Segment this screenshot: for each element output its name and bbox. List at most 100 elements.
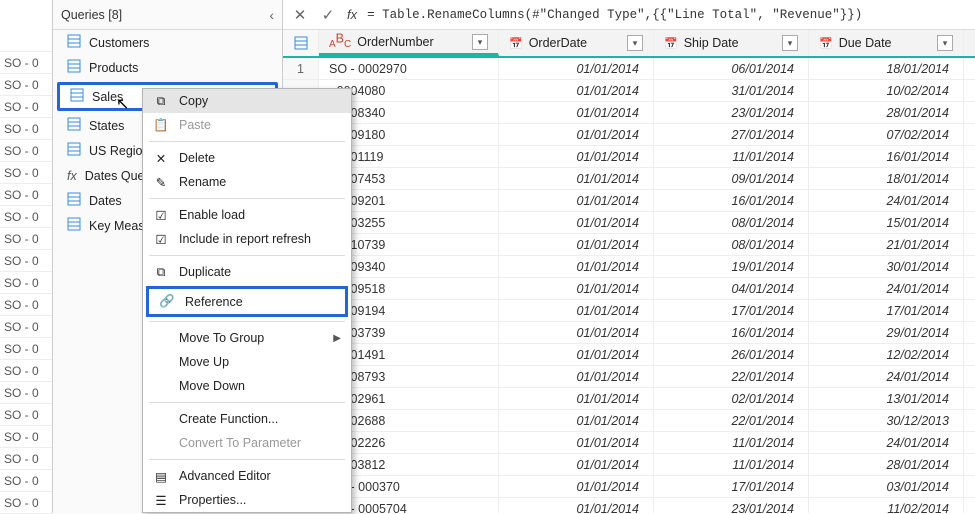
cell-orderdate: 01/01/2014 [499,168,654,189]
query-label: Dates [89,194,122,208]
ctx-reference[interactable]: 🔗Reference [146,286,348,317]
rename-icon: ✎ [153,175,169,190]
paste-icon: 📋 [153,118,169,133]
table-icon [67,117,81,134]
query-label: Customers [89,36,149,50]
ctx-move-up[interactable]: Move Up [143,350,351,374]
check-icon: ☑ [153,208,169,223]
table-row[interactable]: - 000222601/01/201411/01/201424/01/2014 [283,432,975,454]
cell-shipdate: 19/01/2014 [654,256,809,277]
table-row[interactable]: 21SO - 000570401/01/201423/01/201411/02/… [283,498,975,513]
chevron-down-icon[interactable]: ▾ [627,35,643,51]
table-row[interactable]: - 000951801/01/201404/01/201424/01/2014 [283,278,975,300]
ctx-copy[interactable]: ⧉Copy [143,89,351,113]
type-icon: 📅 [664,30,678,56]
type-icon: 📅 [819,30,833,56]
left-row: SO - 0 [0,294,52,316]
cell-orderdate: 01/01/2014 [499,344,654,365]
cell-duedate: 24/01/2014 [809,278,964,299]
table-row[interactable]: - 000111901/01/201411/01/201416/01/2014 [283,146,975,168]
table-row[interactable]: - 000381201/01/201411/01/201428/01/2014 [283,454,975,476]
table-icon [67,217,81,234]
fx-icon: fx [67,169,77,183]
formula-text[interactable]: = Table.RenameColumns(#"Changed Type",{{… [367,8,967,22]
ctx-convert-parameter[interactable]: Convert To Parameter [143,431,351,455]
table-row[interactable]: - 000920101/01/201416/01/201424/01/2014 [283,190,975,212]
table-row[interactable]: - 000408001/01/201431/01/201410/02/2014 [283,80,975,102]
ctx-enable-load[interactable]: ☑Enable load [143,203,351,227]
cell-duedate: 03/01/2014 [809,476,964,497]
cell-shipdate: 16/01/2014 [654,322,809,343]
left-row: SO - 0 [0,250,52,272]
table-row[interactable]: - 000296101/01/201402/01/201413/01/2014 [283,388,975,410]
col-header-ordernumber[interactable]: ABCOrderNumber▾ [319,30,499,56]
cell-duedate: 24/01/2014 [809,190,964,211]
table-row[interactable]: - 000934001/01/201419/01/201430/01/2014 [283,256,975,278]
left-row: SO - 0 [0,448,52,470]
left-row: SO - 0 [0,382,52,404]
cell-orderdate: 01/01/2014 [499,256,654,277]
reference-icon: 🔗 [159,294,175,309]
table-icon [67,34,81,51]
table-row[interactable]: 1SO - 000297001/01/201406/01/201418/01/2… [283,58,975,80]
ctx-delete[interactable]: ✕Delete [143,146,351,170]
table-row[interactable]: - 000268801/01/201422/01/201430/12/2013 [283,410,975,432]
cell-shipdate: 22/01/2014 [654,410,809,431]
cell-shipdate: 23/01/2014 [654,102,809,123]
accept-icon[interactable]: ✓ [319,6,337,24]
table-row[interactable]: - 000373901/01/201416/01/201429/01/2014 [283,322,975,344]
table-row[interactable]: 20SO - 00037001/01/201417/01/201403/01/2… [283,476,975,498]
query-item-products[interactable]: Products [53,55,282,80]
table-row[interactable]: - 000879301/01/201422/01/201424/01/2014 [283,366,975,388]
cell-orderdate: 01/01/2014 [499,322,654,343]
data-grid: ABCOrderNumber▾📅OrderDate▾📅Ship Date▾📅Du… [283,30,975,513]
context-menu: ⧉Copy 📋Paste ✕Delete ✎Rename ☑Enable loa… [142,88,352,513]
table-row[interactable]: - 000918001/01/201427/01/201407/02/2014 [283,124,975,146]
cell-shipdate: 16/01/2014 [654,190,809,211]
check-icon: ☑ [153,232,169,247]
chevron-down-icon[interactable]: ▾ [782,35,798,51]
chevron-down-icon[interactable]: ▾ [472,34,488,50]
left-row: SO - 0 [0,404,52,426]
main-area: ✕ ✓ fx = Table.RenameColumns(#"Changed T… [283,0,975,513]
fx-icon[interactable]: fx [347,7,357,22]
col-header-orderdate[interactable]: 📅OrderDate▾ [499,30,654,56]
ctx-move-group[interactable]: Move To Group▶ [143,326,351,350]
chevron-right-icon: ▶ [333,333,341,344]
chevron-down-icon[interactable]: ▾ [937,35,953,51]
cell-orderdate: 01/01/2014 [499,234,654,255]
query-label: States [89,119,124,133]
cell-duedate: 18/01/2014 [809,58,964,79]
collapse-icon[interactable]: ‹ [269,7,274,23]
ctx-advanced-editor[interactable]: ▤Advanced Editor [143,464,351,488]
ctx-create-function[interactable]: Create Function... [143,407,351,431]
col-header-due-date[interactable]: 📅Due Date▾ [809,30,964,56]
col-header-ship-date[interactable]: 📅Ship Date▾ [654,30,809,56]
queries-header[interactable]: Queries [8] ‹ [53,0,282,30]
query-item-customers[interactable]: Customers [53,30,282,55]
cell-orderdate: 01/01/2014 [499,388,654,409]
cell-shipdate: 04/01/2014 [654,278,809,299]
cell-duedate: 30/01/2014 [809,256,964,277]
table-row[interactable]: - 000745301/01/201409/01/201418/01/2014 [283,168,975,190]
left-row: SO - 0 [0,470,52,492]
ctx-rename[interactable]: ✎Rename [143,170,351,194]
cell-orderdate: 01/01/2014 [499,80,654,101]
grid-header: ABCOrderNumber▾📅OrderDate▾📅Ship Date▾📅Du… [283,30,975,58]
table-row[interactable]: - 000834001/01/201423/01/201428/01/2014 [283,102,975,124]
table-row[interactable]: - 001073901/01/201408/01/201421/01/2014 [283,234,975,256]
cancel-icon[interactable]: ✕ [291,6,309,24]
ctx-paste[interactable]: 📋Paste [143,113,351,137]
ctx-include-refresh[interactable]: ☑Include in report refresh [143,227,351,251]
ctx-duplicate[interactable]: ⧉Duplicate [143,260,351,284]
cell-duedate: 18/01/2014 [809,168,964,189]
ctx-move-down[interactable]: Move Down [143,374,351,398]
table-row[interactable]: - 000325501/01/201408/01/201415/01/2014 [283,212,975,234]
table-row[interactable]: - 000919401/01/201417/01/201417/01/2014 [283,300,975,322]
ctx-properties[interactable]: ☰Properties... [143,488,351,512]
table-row[interactable]: - 000149101/01/201426/01/201412/02/2014 [283,344,975,366]
index-header[interactable] [283,30,319,56]
cell-orderdate: 01/01/2014 [499,366,654,387]
left-row: SO - 0 [0,184,52,206]
table-icon [67,192,81,209]
